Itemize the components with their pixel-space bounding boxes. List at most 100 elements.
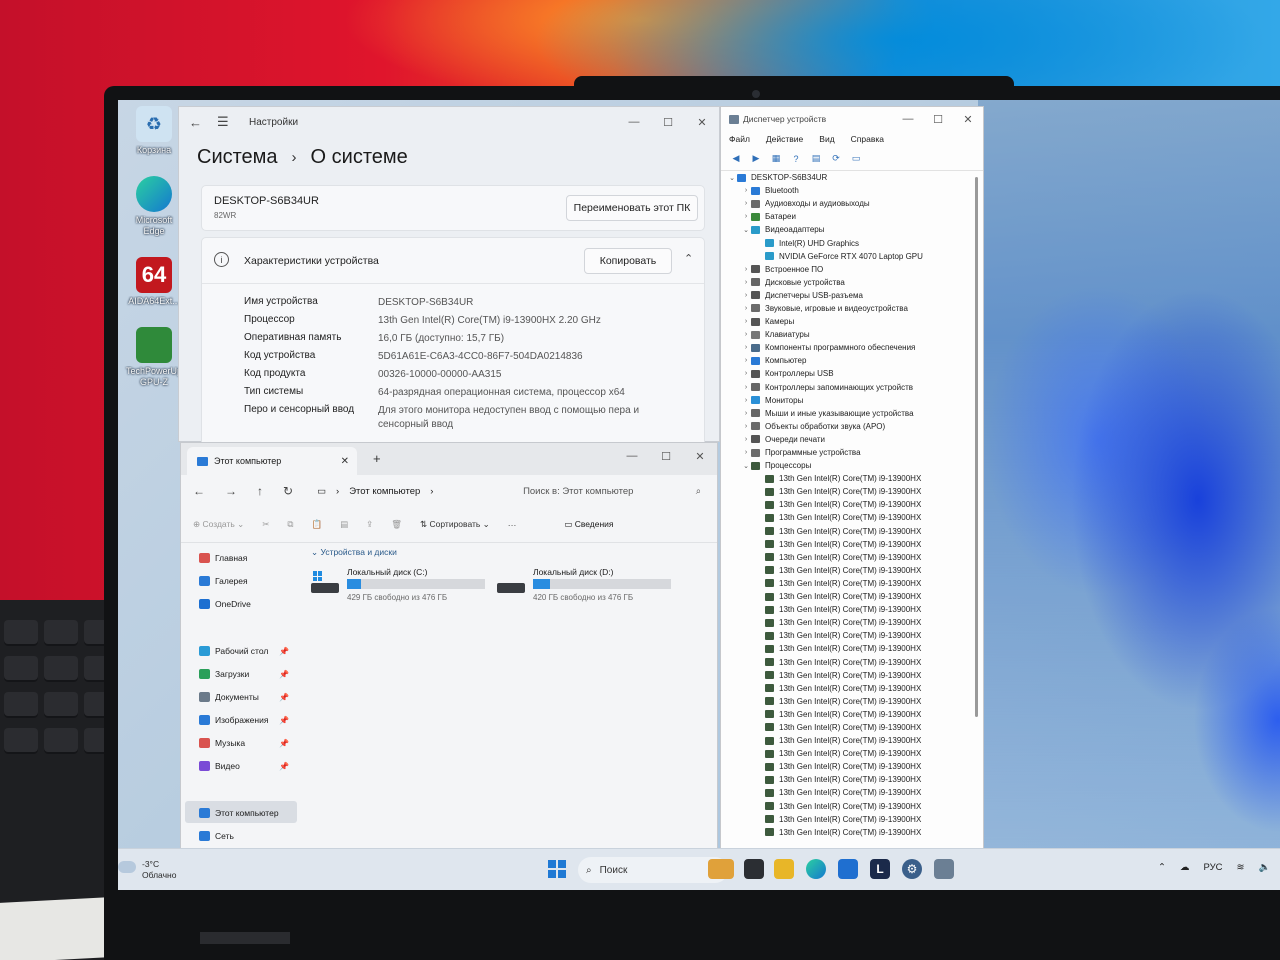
new-tab-icon[interactable]: + xyxy=(373,451,381,466)
tab-this-pc[interactable]: Этот компьютер ✕ xyxy=(187,447,357,475)
tree-device[interactable]: 13th Gen Intel(R) Core(TM) i9-13900HX xyxy=(721,616,973,629)
chevron-right-icon[interactable]: › xyxy=(741,344,751,351)
close-icon[interactable]: ✕ xyxy=(683,445,717,467)
chevron-right-icon[interactable]: › xyxy=(741,357,751,364)
tree-device[interactable]: 13th Gen Intel(R) Core(TM) i9-13900HX xyxy=(721,551,973,564)
weather-widget[interactable]: -3°C Облачно xyxy=(118,859,176,881)
minimize-icon[interactable]: — xyxy=(615,445,649,467)
menu-help[interactable]: Справка xyxy=(851,134,884,144)
chevron-right-icon[interactable]: › xyxy=(741,384,751,391)
tree-device[interactable]: 13th Gen Intel(R) Core(TM) i9-13900HX xyxy=(721,525,973,538)
tree-device[interactable]: 13th Gen Intel(R) Core(TM) i9-13900HX xyxy=(721,564,973,577)
tree-device[interactable]: 13th Gen Intel(R) Core(TM) i9-13900HX xyxy=(721,538,973,551)
desktop-icon-aida64[interactable]: 64 AIDA64Ext... xyxy=(124,257,184,307)
tree-device[interactable]: 13th Gen Intel(R) Core(TM) i9-13900HX xyxy=(721,472,973,485)
nav-item[interactable]: Рабочий стол 📌 xyxy=(199,646,295,656)
address-bar[interactable]: ▭ › Этот компьютер › xyxy=(317,479,477,503)
tree-category[interactable]: › Батареи xyxy=(721,210,973,223)
drive-c[interactable]: Локальный диск (C:) 429 ГБ свободно из 4… xyxy=(311,567,487,607)
refresh-icon[interactable]: ↻ xyxy=(283,484,293,498)
tree-device[interactable]: 13th Gen Intel(R) Core(TM) i9-13900HX xyxy=(721,773,973,786)
desktop-icon-edge[interactable]: Microsoft Edge xyxy=(124,176,184,237)
monitor-icon[interactable]: ▭ xyxy=(849,153,863,165)
edge-icon[interactable] xyxy=(806,859,826,879)
close-icon[interactable]: ✕ xyxy=(953,108,983,130)
nav-item[interactable]: Изображения 📌 xyxy=(199,715,295,725)
maximize-icon[interactable]: ☐ xyxy=(923,108,953,130)
paste-icon[interactable]: 📋 xyxy=(311,519,322,530)
tree-device[interactable]: 13th Gen Intel(R) Core(TM) i9-13900HX xyxy=(721,590,973,603)
tree-device[interactable]: 13th Gen Intel(R) Core(TM) i9-13900HX xyxy=(721,786,973,799)
chevron-right-icon[interactable]: › xyxy=(741,318,751,325)
widgets-icon[interactable] xyxy=(708,859,734,879)
tree-device[interactable]: 13th Gen Intel(R) Core(TM) i9-13900HX xyxy=(721,577,973,590)
tree-device[interactable]: 13th Gen Intel(R) Core(TM) i9-13900HX xyxy=(721,800,973,813)
chevron-right-icon[interactable]: › xyxy=(741,279,751,286)
section-header[interactable]: ⌄ Устройства и диски xyxy=(311,547,715,558)
tree-device[interactable]: 13th Gen Intel(R) Core(TM) i9-13900HX xyxy=(721,642,973,655)
tree-device[interactable]: 13th Gen Intel(R) Core(TM) i9-13900HX xyxy=(721,629,973,642)
back-arrow-icon[interactable]: ← xyxy=(193,484,205,498)
tree-category[interactable]: › Встроенное ПО xyxy=(721,263,973,276)
copy-icon[interactable]: ⧉ xyxy=(287,519,293,530)
minimize-icon[interactable]: — xyxy=(617,111,651,133)
tree-device[interactable]: 13th Gen Intel(R) Core(TM) i9-13900HX xyxy=(721,747,973,760)
language-indicator[interactable]: РУС xyxy=(1203,862,1222,873)
tree-category[interactable]: › Компьютер xyxy=(721,354,973,367)
chevron-right-icon[interactable]: › xyxy=(741,436,751,443)
sort-button[interactable]: ⇅ Сортировать ⌄ xyxy=(420,519,490,530)
tree-device[interactable]: 13th Gen Intel(R) Core(TM) i9-13900HX xyxy=(721,603,973,616)
file-explorer-icon[interactable] xyxy=(774,859,794,879)
chevron-right-icon[interactable]: › xyxy=(741,331,751,338)
more-options-button[interactable]: ··· xyxy=(508,520,517,530)
tree-category[interactable]: › Диспетчеры USB-разъема xyxy=(721,289,973,302)
tree-device[interactable]: Intel(R) UHD Graphics xyxy=(721,236,973,249)
tree-category[interactable]: › Звуковые, игровые и видеоустройства xyxy=(721,302,973,315)
view-icon[interactable]: ▤ xyxy=(809,153,823,165)
new-button[interactable]: ⊕ Создать ⌄ xyxy=(193,519,244,530)
cut-icon[interactable]: ✂ xyxy=(262,519,269,530)
nav-item[interactable]: Сеть xyxy=(199,831,295,841)
tree-device[interactable]: 13th Gen Intel(R) Core(TM) i9-13900HX xyxy=(721,682,973,695)
tree-category[interactable]: › Аудиовходы и аудиовыходы xyxy=(721,197,973,210)
device-manager-taskbar-icon[interactable] xyxy=(934,859,954,879)
nav-item[interactable]: Этот компьютер xyxy=(199,808,295,818)
update-driver-icon[interactable]: ⟳ xyxy=(829,153,843,165)
hamburger-menu-icon[interactable]: ☰ xyxy=(217,114,245,130)
cloud-sync-icon[interactable]: ☁ xyxy=(1180,862,1190,873)
chevron-down-icon[interactable]: ⌄ xyxy=(741,462,751,470)
tree-category[interactable]: › Объекты обработки звука (APO) xyxy=(721,420,973,433)
tree-device[interactable]: 13th Gen Intel(R) Core(TM) i9-13900HX xyxy=(721,708,973,721)
tree-device[interactable]: NVIDIA GeForce RTX 4070 Laptop GPU xyxy=(721,250,973,263)
drive-d[interactable]: Локальный диск (D:) 420 ГБ свободно из 4… xyxy=(497,567,673,607)
tree-category[interactable]: › Мыши и иные указывающие устройства xyxy=(721,407,973,420)
desktop-icon-recycle-bin[interactable]: ♻ Корзина xyxy=(124,106,184,156)
menu-file[interactable]: Файл xyxy=(729,134,750,144)
tree-device[interactable]: 13th Gen Intel(R) Core(TM) i9-13900HX xyxy=(721,498,973,511)
store-icon[interactable] xyxy=(838,859,858,879)
back-arrow-icon[interactable]: ◀ xyxy=(729,153,743,165)
chevron-right-icon[interactable]: › xyxy=(741,423,751,430)
tree-device[interactable]: 13th Gen Intel(R) Core(TM) i9-13900HX xyxy=(721,760,973,773)
tree-category[interactable]: › Очереди печати xyxy=(721,433,973,446)
desktop-icon-gpuz[interactable]: TechPowerUp GPU-Z xyxy=(124,327,184,388)
chevron-right-icon[interactable]: › xyxy=(741,397,751,404)
forward-arrow-icon[interactable]: → xyxy=(225,484,237,498)
chevron-right-icon[interactable]: › xyxy=(741,200,751,207)
taskbar-search[interactable]: ⌕ Поиск xyxy=(578,857,728,883)
menu-action[interactable]: Действие xyxy=(766,134,803,144)
minimize-icon[interactable]: — xyxy=(893,108,923,130)
breadcrumb-parent[interactable]: Система xyxy=(197,146,278,169)
tree-device[interactable]: 13th Gen Intel(R) Core(TM) i9-13900HX xyxy=(721,813,973,826)
tree-category[interactable]: ⌄ Процессоры xyxy=(721,459,973,472)
delete-icon[interactable]: 🗑 xyxy=(391,519,402,530)
tree-category[interactable]: › Контроллеры запоминающих устройств xyxy=(721,381,973,394)
tree-device[interactable]: 13th Gen Intel(R) Core(TM) i9-13900HX xyxy=(721,511,973,524)
tree-category[interactable]: › Bluetooth xyxy=(721,184,973,197)
copy-button[interactable]: Копировать xyxy=(584,248,672,274)
tree-device[interactable]: 13th Gen Intel(R) Core(TM) i9-13900HX xyxy=(721,695,973,708)
rename-pc-button[interactable]: Переименовать этот ПК xyxy=(566,195,698,221)
chevron-right-icon[interactable]: › xyxy=(741,213,751,220)
tree-device[interactable]: 13th Gen Intel(R) Core(TM) i9-13900HX xyxy=(721,734,973,747)
tree-device[interactable]: 13th Gen Intel(R) Core(TM) i9-13900HX xyxy=(721,485,973,498)
